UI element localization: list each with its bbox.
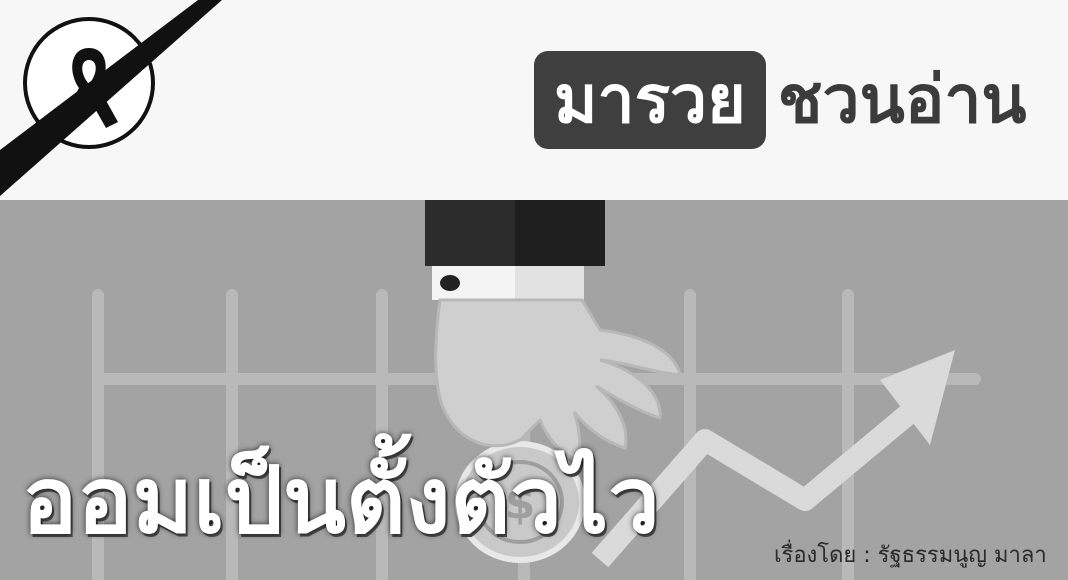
brand-highlight-box: มารวย (534, 51, 766, 149)
brand-header: มารวย ชวนอ่าน (534, 48, 1027, 152)
brand-rest-text: ชวนอ่าน (777, 61, 1027, 138)
author-byline: เรื่องโดย : รัฐธรรมนูญ มาลา (774, 543, 1047, 568)
article-title: ออมเป็นตั้งตัวไว (22, 447, 660, 554)
article-banner: $ มารวย ชวนอ่าน ออมเป็นตั้งตัวไว เรื่องโ… (0, 0, 1068, 580)
hand-icon (425, 200, 682, 462)
